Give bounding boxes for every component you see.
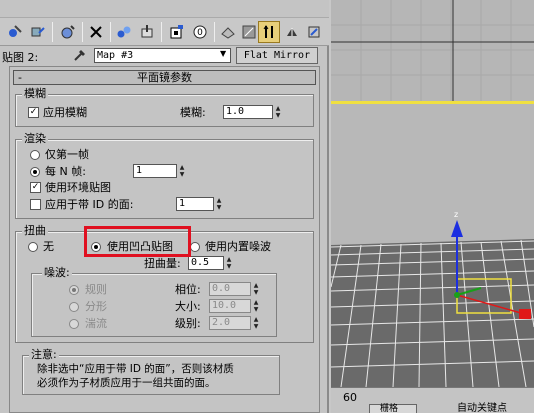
noise-phase-label: 相位: xyxy=(175,283,201,296)
make-unique-icon[interactable] xyxy=(113,21,135,43)
rollout-title: 平面镜参数 xyxy=(137,71,192,84)
perspective-grid: z xyxy=(331,107,534,388)
auto-key-label: 自动关键点 xyxy=(457,403,507,413)
map-name-dropdown-icon[interactable]: ▼ xyxy=(220,49,226,58)
every-n-frames-input[interactable]: 1 xyxy=(133,164,177,178)
svg-text:0: 0 xyxy=(197,28,203,38)
apply-blur-label: 应用模糊 xyxy=(43,106,87,119)
map-slot-label: 贴图 2: xyxy=(2,51,39,64)
show-end-result-icon[interactable] xyxy=(217,21,239,43)
status-bar: 60 栅格 自动关键点 xyxy=(331,387,534,413)
noise-size-label: 大小: xyxy=(175,300,201,313)
note-group: 注意: 除非选中“应用于带 ID 的面”，否则该材质 必须作为子材质应用于一组共… xyxy=(22,349,280,395)
face-id-input[interactable]: 1 xyxy=(176,197,214,211)
apply-to-id-faces-checkbox[interactable] xyxy=(30,199,41,210)
material-id-icon[interactable] xyxy=(166,21,188,43)
face-id-spinner-arrows[interactable]: ▲ ▼ xyxy=(215,197,223,211)
noise-regular-label: 规则 xyxy=(85,283,107,296)
perspective-viewport[interactable]: z xyxy=(331,107,534,388)
distortion-none-radio[interactable] xyxy=(28,242,38,252)
render-group-title: 渲染 xyxy=(22,132,48,145)
noise-regular-radio[interactable] xyxy=(69,285,79,295)
use-environment-map-checkbox[interactable]: ✓ xyxy=(30,182,41,193)
material-toolbar: 0 xyxy=(0,18,329,46)
put-to-scene-icon[interactable] xyxy=(27,21,49,43)
noise-turbulence-label: 湍流 xyxy=(85,317,107,330)
top-viewport[interactable] xyxy=(331,0,534,104)
noise-phase-input[interactable]: 0.0 xyxy=(209,282,251,296)
eyedropper-icon[interactable] xyxy=(72,47,88,67)
svg-text:z: z xyxy=(454,210,458,219)
distortion-amount-label: 扭曲量: xyxy=(144,257,181,270)
noise-turbulence-radio[interactable] xyxy=(69,319,79,329)
noise-fractal-label: 分形 xyxy=(85,300,107,313)
top-strip xyxy=(0,0,329,18)
blur-group: 模糊 ✓ 应用模糊 模糊: 1.0 ▲ ▼ xyxy=(15,88,314,127)
noise-phase-spinner-arrows[interactable]: ▲ ▼ xyxy=(252,282,260,296)
show-background-icon[interactable] xyxy=(238,21,260,43)
every-n-frames-label: 每 N 帧: xyxy=(45,165,86,178)
frame-number: 60 xyxy=(343,391,357,404)
reset-map-icon[interactable] xyxy=(85,21,107,43)
rollout-header[interactable]: - 平面镜参数 xyxy=(13,70,316,85)
blur-amount-input[interactable]: 1.0 xyxy=(223,105,273,119)
noise-levels-input[interactable]: 2.0 xyxy=(209,316,251,330)
first-frame-only-label: 仅第一帧 xyxy=(45,148,89,161)
highlight-box xyxy=(84,226,191,257)
map-type-button[interactable]: Flat Mirror xyxy=(236,47,318,64)
use-builtin-noise-label: 使用内置噪波 xyxy=(205,240,271,253)
noise-levels-label: 级别: xyxy=(175,317,201,330)
material-editor-panel: 0 贴图 2: Map #3 ▼ Flat Mirror - 平面镜参数 模糊 … xyxy=(0,0,329,413)
distortion-none-label: 无 xyxy=(43,240,54,253)
grid-label: 栅格 xyxy=(380,404,399,413)
render-group: 渲染 仅第一帧 每 N 帧: 1 ▲ ▼ ✓ 使用环境贴图 应用于带 ID 的面:… xyxy=(15,133,314,219)
noise-group: 噪波: 规则 分形 湍流 相位: 0.0 ▲ ▼ 大小: 10.0 ▲ ▼ 级别: … xyxy=(31,267,277,337)
blur-group-title: 模糊 xyxy=(22,87,48,100)
put-to-library-icon[interactable] xyxy=(136,21,158,43)
note-line-1: 除非选中“应用于带 ID 的面”，否则该材质 xyxy=(37,363,234,375)
noise-fractal-radio[interactable] xyxy=(69,302,79,312)
grid-toggle[interactable]: 栅格 xyxy=(369,404,417,413)
go-forward-icon[interactable] xyxy=(281,21,303,43)
assign-material-icon[interactable] xyxy=(57,21,79,43)
collapse-icon[interactable]: - xyxy=(18,71,22,84)
every-n-spinner-arrows[interactable]: ▲ ▼ xyxy=(178,164,186,178)
map-name-field[interactable]: Map #3 xyxy=(94,48,231,63)
material-map-navigator-icon[interactable] xyxy=(303,21,325,43)
use-environment-map-label: 使用环境贴图 xyxy=(45,181,111,194)
go-to-parent-icon[interactable] xyxy=(258,21,280,43)
noise-size-input[interactable]: 10.0 xyxy=(209,299,251,313)
blur-spinner-arrows[interactable]: ▲ ▼ xyxy=(274,105,282,119)
top-viewport-grid xyxy=(331,0,534,101)
noise-group-title: 噪波: xyxy=(42,266,72,279)
use-builtin-noise-radio[interactable] xyxy=(190,242,200,252)
apply-to-id-faces-label: 应用于带 ID 的面: xyxy=(45,198,134,211)
distortion-group-title: 扭曲 xyxy=(22,224,48,237)
first-frame-only-radio[interactable] xyxy=(30,150,40,160)
map-row: 贴图 2: Map #3 ▼ Flat Mirror xyxy=(0,46,329,64)
apply-blur-checkbox[interactable]: ✓ xyxy=(28,107,39,118)
note-line-2: 必须作为子材质应用于一组共面的面。 xyxy=(37,377,216,389)
distortion-spinner-arrows[interactable]: ▲ ▼ xyxy=(225,256,233,270)
every-n-frames-radio[interactable] xyxy=(30,167,40,177)
blur-amount-label: 模糊: xyxy=(180,106,206,119)
viewport-area[interactable]: z xyxy=(331,0,534,413)
distortion-amount-input[interactable]: 0.5 xyxy=(188,256,224,270)
noise-levels-spinner-arrows[interactable]: ▲ ▼ xyxy=(252,316,260,330)
show-map-icon[interactable]: 0 xyxy=(189,21,211,43)
note-title: 注意: xyxy=(29,348,59,361)
noise-size-spinner-arrows[interactable]: ▲ ▼ xyxy=(252,299,260,313)
pick-material-icon[interactable] xyxy=(4,21,26,43)
